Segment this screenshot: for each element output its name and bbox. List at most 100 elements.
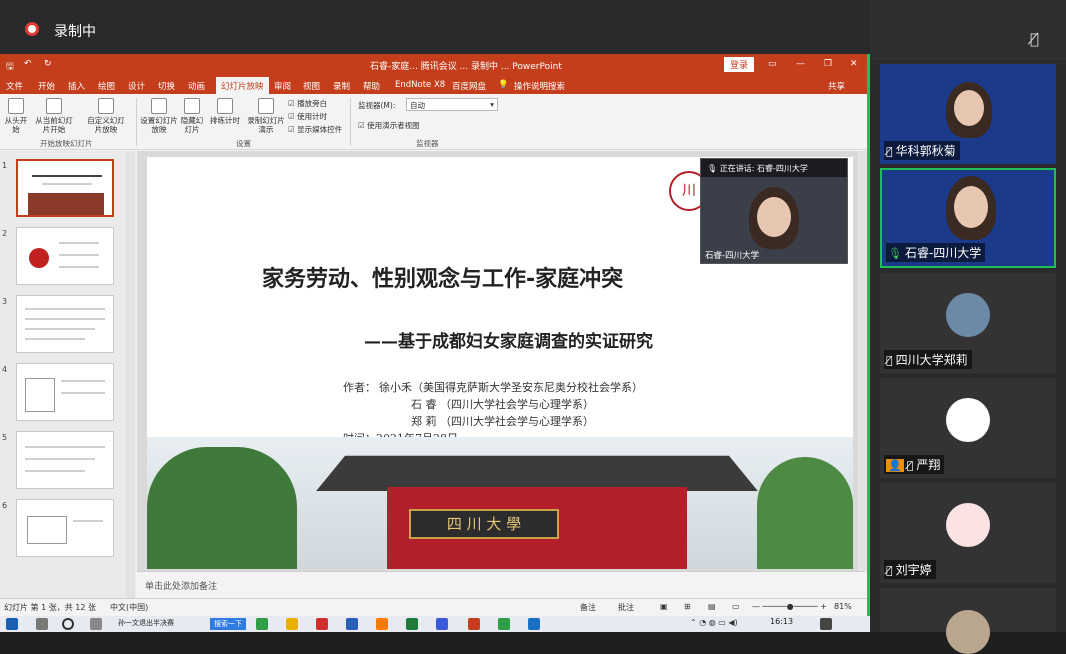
language-status[interactable]: 中文(中国): [110, 602, 148, 613]
taskbar-search[interactable]: 搜索一下: [210, 618, 246, 630]
slide-thumbnail-1[interactable]: [16, 159, 114, 217]
tab-record[interactable]: 录制: [333, 80, 350, 92]
recording-label: 录制中: [54, 24, 96, 40]
tab-help[interactable]: 帮助: [363, 80, 380, 92]
notification-icon[interactable]: [820, 618, 832, 630]
slideshow-view-icon[interactable]: ▭: [732, 602, 740, 611]
hide-slide-button[interactable]: 隐藏幻灯片: [180, 98, 204, 134]
powerpoint-icon[interactable]: [468, 618, 480, 630]
system-tray[interactable]: ⌃ ◔ ◍ ▭ ◀): [690, 618, 738, 627]
participant-tile-active[interactable]: 🎙 石睿-四川大学: [880, 168, 1056, 268]
minimize-icon[interactable]: —: [796, 59, 805, 69]
edge-icon[interactable]: [256, 618, 268, 630]
firefox-icon[interactable]: [376, 618, 388, 630]
slide-thumbnail-3[interactable]: [16, 295, 114, 353]
tab-review[interactable]: 审阅: [274, 80, 291, 92]
folder-icon[interactable]: [286, 618, 298, 630]
author-label: 作者：: [343, 381, 376, 394]
slide-thumbnail-4[interactable]: [16, 363, 114, 421]
share-button[interactable]: 共享: [828, 80, 845, 92]
undo-icon[interactable]: ↶: [24, 59, 32, 69]
zoom-slider[interactable]: — ─────●───── +: [752, 602, 827, 611]
reading-view-icon[interactable]: ▤: [708, 602, 716, 611]
record-icon: [258, 98, 274, 114]
tab-transitions[interactable]: 切换: [158, 80, 175, 92]
tab-baidu[interactable]: 百度网盘: [452, 80, 486, 92]
tab-home[interactable]: 开始: [38, 80, 55, 92]
slide-thumbnail-2[interactable]: [16, 227, 114, 285]
redo-icon[interactable]: ↻: [44, 59, 52, 69]
powerpoint-window: 🖫 ↶ ↻ 石睿-家庭... 腾讯会议 ... 录制中 ... PowerPoi…: [0, 54, 870, 616]
tab-file[interactable]: 文件: [6, 80, 23, 92]
play-narration-checkbox[interactable]: 播放旁白: [288, 98, 327, 109]
thumbnail-scrollbar[interactable]: [126, 151, 135, 598]
tab-draw[interactable]: 绘图: [98, 80, 115, 92]
participant-tile[interactable]: 🎙̸ 刘宇婷: [880, 483, 1056, 583]
setup-show-button[interactable]: 设置幻灯片放映: [140, 98, 178, 134]
use-timing-checkbox[interactable]: 使用计时: [288, 111, 327, 122]
tree-image: [147, 447, 297, 569]
custom-show-button[interactable]: 自定义幻灯片放映: [84, 98, 128, 134]
slideshow-start-icon: [8, 98, 24, 114]
start-icon[interactable]: [6, 618, 18, 630]
task-view-icon[interactable]: [90, 618, 102, 630]
slide-scrollbar[interactable]: [858, 151, 867, 571]
excel-icon[interactable]: [406, 618, 418, 630]
from-start-button[interactable]: 从头开始: [2, 98, 30, 134]
ribbon-display-icon[interactable]: ▭: [768, 59, 777, 69]
participant-tile[interactable]: 👤 🎙̸ 严翔: [880, 378, 1056, 478]
participant-tile[interactable]: 🎙̸ 华科郭秋菊: [880, 64, 1056, 164]
comments-toggle[interactable]: 批注: [618, 602, 634, 613]
word-icon[interactable]: [346, 618, 358, 630]
maximize-icon[interactable]: ❐: [824, 59, 832, 69]
browser-tab[interactable]: 孙一文退出半决赛: [118, 618, 174, 628]
login-button[interactable]: 登录: [724, 57, 755, 72]
group-label-monitors: 监视器: [416, 139, 439, 148]
avatar: [946, 398, 990, 442]
slide-number: 2: [2, 229, 8, 238]
notes-toggle[interactable]: 备注: [580, 602, 596, 613]
slide-title: 家务劳动、性别观念与工作-家庭冲突: [262, 267, 624, 292]
mic-on-icon: 🎙: [888, 247, 902, 260]
media-controls-checkbox[interactable]: 显示媒体控件: [288, 124, 342, 135]
participant-name: 🎙̸ 华科郭秋菊: [884, 141, 960, 160]
setup-icon: [151, 98, 167, 114]
zoom-level[interactable]: 81%: [834, 602, 852, 611]
ribbon: 从头开始 从当前幻灯片开始 自定义幻灯片放映 开始放映幻灯片 设置幻灯片放映 隐…: [0, 94, 867, 150]
save-icon[interactable]: 🖫: [6, 59, 14, 75]
notes-pane[interactable]: 单击此处添加备注: [137, 571, 865, 598]
clock[interactable]: 16:13: [770, 617, 793, 626]
tab-insert[interactable]: 插入: [68, 80, 85, 92]
avatar: [946, 503, 990, 547]
mic-muted-icon[interactable]: 🎙̸: [1030, 30, 1052, 52]
participant-tile[interactable]: 🎙̸ 四川大学郑莉: [880, 273, 1056, 373]
from-current-button[interactable]: 从当前幻灯片开始: [32, 98, 76, 134]
normal-view-icon[interactable]: ▣: [660, 602, 668, 611]
close-icon[interactable]: ✕: [850, 59, 858, 69]
active-speaker-video[interactable]: 🎙 正在讲话: 石睿-四川大学 石睿-四川大学: [700, 158, 848, 264]
recording-icon: [25, 22, 39, 36]
tab-design[interactable]: 设计: [128, 80, 145, 92]
search-icon[interactable]: [36, 618, 48, 630]
group-label-start: 开始放映幻灯片: [40, 139, 93, 148]
monitor-select[interactable]: 自动 ▾: [406, 98, 498, 111]
app-icon[interactable]: [316, 618, 328, 630]
tencent-meeting-icon[interactable]: [528, 618, 540, 630]
participant-tile[interactable]: [880, 588, 1056, 654]
record-show-button[interactable]: 录制幻灯片演示: [246, 98, 286, 134]
tab-view[interactable]: 视图: [303, 80, 320, 92]
tab-endnote[interactable]: EndNote X8: [395, 80, 445, 90]
slide-thumbnail-6[interactable]: [16, 499, 114, 557]
app-icon[interactable]: [436, 618, 448, 630]
wechat-icon[interactable]: [498, 618, 510, 630]
tell-me-search[interactable]: 操作说明搜索: [514, 80, 565, 92]
rehearse-button[interactable]: 排练计时: [208, 98, 242, 125]
mic-muted-icon: 🎙̸: [886, 145, 893, 158]
cortana-icon[interactable]: [62, 618, 74, 630]
presenter-view-checkbox[interactable]: 使用演示者视图: [358, 120, 420, 131]
divider: [350, 98, 351, 146]
sorter-view-icon[interactable]: ⊞: [684, 602, 691, 611]
ribbon-tabs: 文件 开始 插入 绘图 设计 切换 动画 幻灯片放映 审阅 视图 录制 帮助 E…: [0, 76, 867, 96]
slide-thumbnail-5[interactable]: [16, 431, 114, 489]
tab-animations[interactable]: 动画: [188, 80, 205, 92]
